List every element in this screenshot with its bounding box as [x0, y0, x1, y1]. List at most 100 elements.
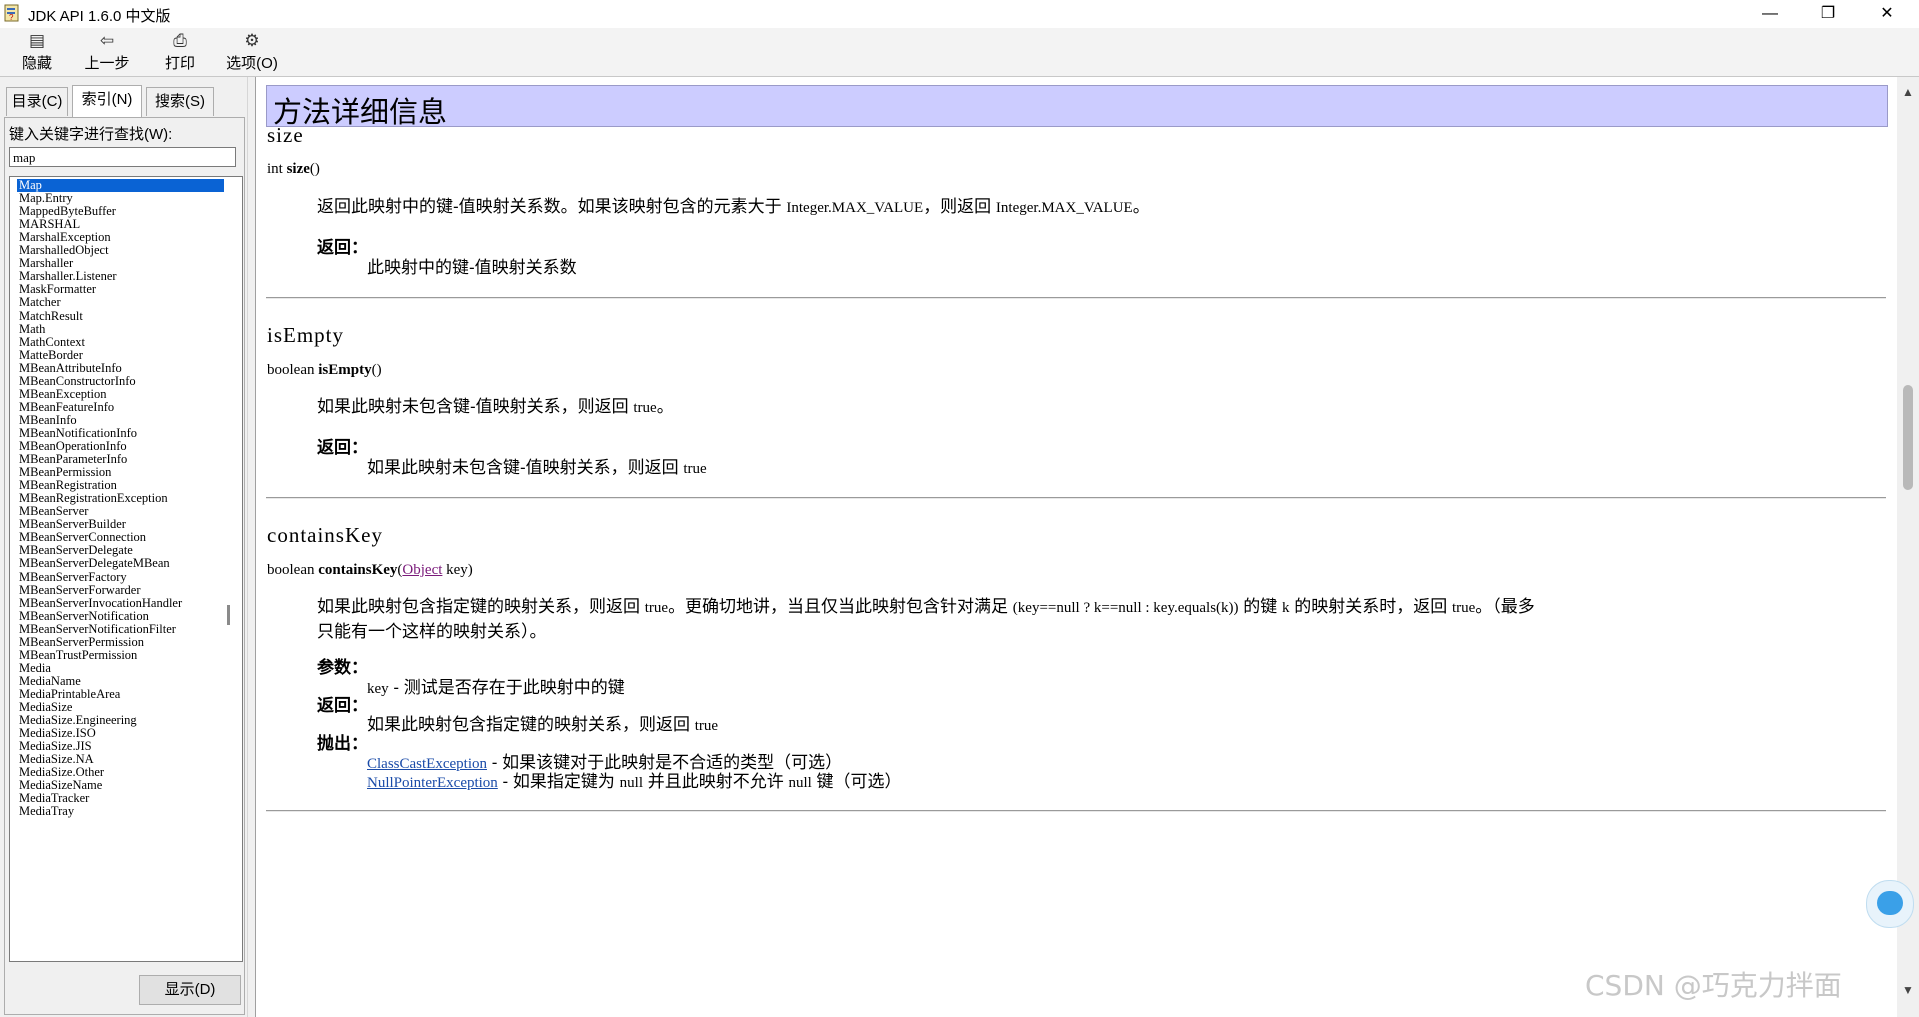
- chat-bubble-icon: [1877, 891, 1903, 915]
- index-list-item[interactable]: Matcher: [17, 296, 63, 309]
- help-book-icon: ?: [4, 4, 19, 22]
- index-list-item[interactable]: MBeanOperationInfo: [17, 440, 129, 453]
- desc-text: 。更确切地讲，当且仅当此映射包含针对满足: [668, 597, 1013, 616]
- index-list-item[interactable]: MBeanServerForwarder: [17, 583, 142, 597]
- restore-button[interactable]: ❐: [1805, 0, 1851, 28]
- index-list-item[interactable]: MarshalException: [17, 231, 113, 244]
- index-list-item[interactable]: MathContext: [17, 335, 87, 349]
- print-label: 打印: [164, 55, 195, 72]
- index-list-item[interactable]: MediaName: [17, 674, 83, 688]
- index-list-item[interactable]: MBeanServerDelegate: [17, 544, 135, 557]
- sig-args: (): [309, 161, 320, 177]
- list-scroll-thumb[interactable]: [227, 605, 230, 625]
- index-list-item[interactable]: Map.Entry: [17, 192, 75, 205]
- desc-text: 。（最多: [1475, 597, 1535, 616]
- index-list-item[interactable]: MBeanServerNotificationFilter: [17, 622, 178, 636]
- index-list-item[interactable]: MBeanAttributeInfo: [17, 361, 124, 375]
- content-scrollbar[interactable]: ▲ ▼: [1897, 77, 1919, 1017]
- index-list-item[interactable]: MBeanParameterInfo: [17, 453, 129, 466]
- index-list-item[interactable]: MBeanRegistration: [17, 479, 119, 492]
- tab-index[interactable]: 索引(N): [72, 85, 142, 117]
- index-list-item[interactable]: MediaTray: [17, 805, 76, 818]
- index-list-item[interactable]: Math: [17, 322, 47, 336]
- index-list-item[interactable]: MBeanServer: [17, 505, 90, 518]
- nullpointerexception-link[interactable]: NullPointerException: [367, 775, 498, 791]
- index-list-item[interactable]: MBeanServerNotification: [17, 609, 151, 623]
- content-scroll-thumb[interactable]: [1903, 385, 1913, 490]
- close-button[interactable]: ✕: [1864, 0, 1910, 28]
- scroll-down-icon[interactable]: ▼: [1902, 983, 1914, 997]
- index-list-item[interactable]: MediaSize: [17, 701, 74, 714]
- throws-label: 抛出：: [317, 734, 368, 753]
- index-list-item[interactable]: MBeanServerDelegateMBean: [17, 557, 172, 570]
- index-list-item[interactable]: MBeanNotificationInfo: [17, 426, 139, 440]
- index-list-item[interactable]: MediaTracker: [17, 792, 91, 805]
- index-list-item[interactable]: MarshalledObject: [17, 244, 111, 257]
- keyword-input[interactable]: map: [9, 147, 236, 167]
- title-bar: ? JDK API 1.6.0 中文版 — ❐ ✕: [0, 0, 1919, 28]
- method-description-containskey: 如果此映射包含指定键的映射关系，则返回 true。更确切地讲，当且仅当此映射包含…: [317, 595, 1877, 643]
- throws-text: 键（可选）: [811, 772, 902, 791]
- index-list-item[interactable]: MatteBorder: [17, 348, 85, 362]
- hide-button[interactable]: ▤ 隐藏: [16, 30, 58, 74]
- index-list-item[interactable]: Marshaller.Listener: [17, 270, 119, 283]
- index-list-item[interactable]: Map: [17, 179, 224, 192]
- print-button[interactable]: ⎙ 打印: [162, 30, 198, 74]
- index-list-item[interactable]: MediaSize.Other: [17, 766, 106, 779]
- assistant-icon[interactable]: [1866, 880, 1914, 928]
- keyword-label: 键入关键字进行查找(W):: [9, 126, 173, 143]
- minimize-button[interactable]: —: [1747, 0, 1793, 28]
- watermark: CSDN @巧克力拌面: [1585, 969, 1842, 1002]
- index-list-item[interactable]: MediaSize.JIS: [17, 740, 94, 753]
- index-list-item[interactable]: MappedByteBuffer: [17, 205, 118, 218]
- index-list-item[interactable]: MediaSize.ISO: [17, 727, 98, 740]
- desc-text: 。: [1132, 197, 1150, 216]
- show-button[interactable]: 显示(D): [139, 975, 241, 1005]
- sig-type: boolean: [267, 362, 319, 378]
- object-type-link[interactable]: Object: [402, 562, 442, 578]
- method-signature-size: int size(): [267, 161, 320, 178]
- index-list-item[interactable]: MBeanInfo: [17, 413, 79, 427]
- index-list-item[interactable]: MARSHAL: [17, 218, 82, 231]
- desc-text: 只能有一个这样的映射关系）。: [317, 622, 547, 641]
- desc-code: (key==null ? k==null : key.equals(k)): [1012, 600, 1239, 616]
- index-list-item[interactable]: MBeanServerBuilder: [17, 518, 128, 531]
- index-list-item[interactable]: Media: [17, 661, 53, 675]
- scroll-up-icon[interactable]: ▲: [1902, 85, 1914, 99]
- index-list-item[interactable]: MediaPrintableArea: [17, 687, 122, 701]
- index-list-item[interactable]: MBeanServerConnection: [17, 531, 148, 544]
- back-arrow-icon: ⇦: [99, 31, 115, 50]
- index-list-item[interactable]: MBeanPermission: [17, 466, 113, 479]
- options-button[interactable]: ⚙ 选项(O): [224, 30, 280, 74]
- index-list-item[interactable]: MBeanServerInvocationHandler: [17, 596, 184, 610]
- back-button[interactable]: ⇦ 上一步: [82, 30, 132, 74]
- index-list-item[interactable]: MediaSize.Engineering: [17, 714, 139, 727]
- desc-text: 如果此映射未包含键-值映射关系，则返回: [317, 397, 634, 416]
- index-list-item[interactable]: MBeanRegistrationException: [17, 492, 170, 505]
- index-list-item[interactable]: MediaSize.NA: [17, 753, 96, 766]
- index-list-item[interactable]: MaskFormatter: [17, 283, 98, 296]
- index-list-item[interactable]: MBeanException: [17, 387, 108, 401]
- throws-code: null: [619, 775, 643, 791]
- index-list[interactable]: Map Map.Entry MappedByteBuffer MARSHAL Marsh…: [9, 176, 243, 962]
- index-list-item[interactable]: MBeanFeatureInfo: [17, 400, 116, 414]
- index-list-item[interactable]: MatchResult: [17, 309, 85, 323]
- method-signature-isempty: boolean isEmpty(): [267, 362, 382, 379]
- list-scrollbar[interactable]: [222, 177, 236, 961]
- section-header: 方法详细信息: [266, 85, 1888, 129]
- sig-args: key): [442, 562, 473, 578]
- divider: [266, 297, 1886, 299]
- tab-search[interactable]: 搜索(S): [146, 87, 214, 116]
- method-signature-containskey: boolean containsKey(Object key): [267, 562, 473, 579]
- index-list-item[interactable]: MediaSizeName: [17, 779, 104, 792]
- hide-label: 隐藏: [21, 55, 52, 72]
- index-list-item[interactable]: MBeanServerPermission: [17, 635, 146, 649]
- index-list-item[interactable]: MBeanServerFactory: [17, 570, 129, 584]
- desc-text: 。: [656, 397, 674, 416]
- throws-text: 并且此映射不允许: [643, 772, 789, 791]
- tab-contents[interactable]: 目录(C): [6, 87, 68, 116]
- index-list-item[interactable]: MBeanConstructorInfo: [17, 374, 138, 388]
- method-heading-isempty: isEmpty: [267, 323, 345, 347]
- index-list-item[interactable]: MBeanTrustPermission: [17, 648, 139, 662]
- index-list-item[interactable]: Marshaller: [17, 257, 75, 270]
